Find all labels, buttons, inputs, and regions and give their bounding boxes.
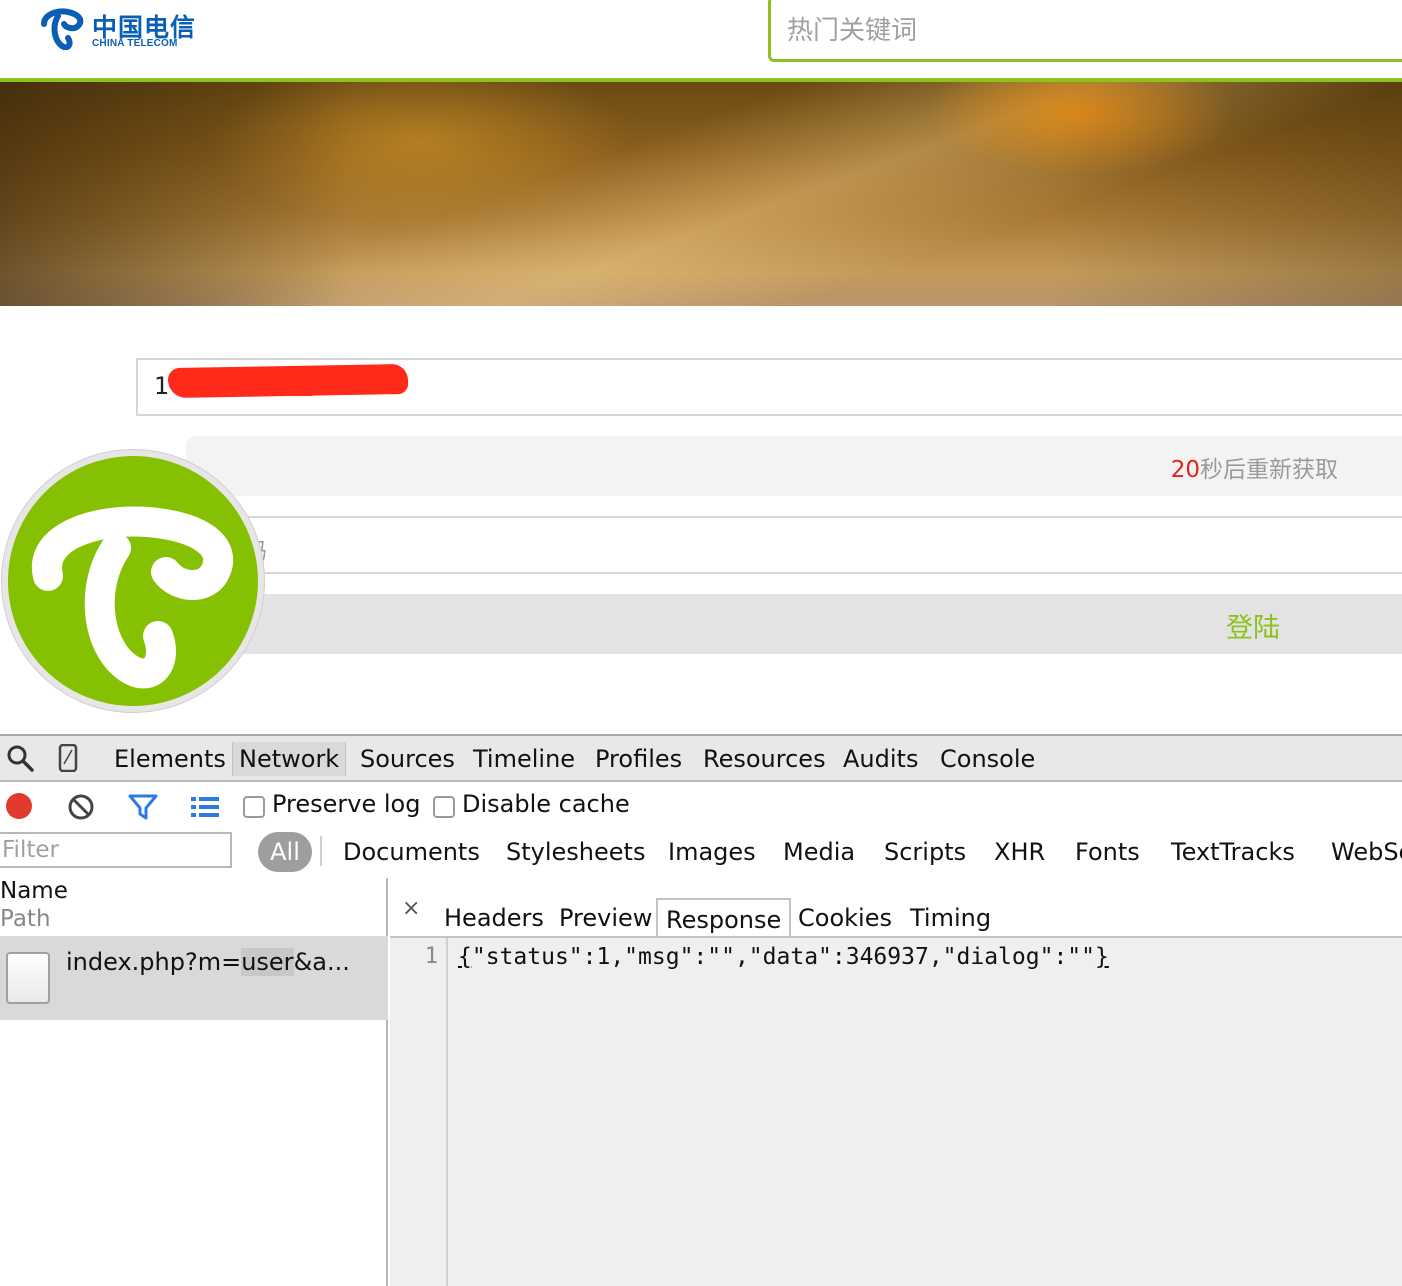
response-json-line: {"status":1,"msg":"","data":346937,"dial… [458, 944, 1109, 970]
search-box[interactable] [768, 0, 1402, 62]
type-filter-stylesheets[interactable]: Stylesheets [506, 834, 645, 870]
type-filter-scripts[interactable]: Scripts [884, 834, 966, 870]
response-viewer[interactable]: 1 {"status":1,"msg":"","data":346937,"di… [390, 938, 1402, 1286]
request-url: index.php?m=user&a... [66, 948, 350, 976]
type-filter-websockets[interactable]: WebSc [1331, 834, 1402, 870]
request-url-prefix: index.php?m= [66, 948, 242, 976]
preserve-log-label: Preserve log [272, 790, 421, 818]
clear-icon[interactable] [66, 792, 96, 822]
resource-filter-bar: All Documents Stylesheets Images Media S… [0, 828, 1402, 878]
tab-timeline[interactable]: Timeline [467, 742, 581, 776]
login-button[interactable]: 登陆 [230, 594, 1402, 654]
device-mode-icon[interactable] [54, 744, 82, 772]
preserve-log-checkbox[interactable] [243, 796, 265, 818]
response-json-body: "status":1,"msg":"","data":346937,"dialo… [471, 944, 1095, 970]
login-button-label: 登陆 [1226, 613, 1280, 644]
open-brace: { [458, 944, 472, 970]
tab-elements[interactable]: Elements [108, 742, 232, 776]
type-filter-texttracks[interactable]: TextTracks [1171, 834, 1295, 870]
type-filter-media[interactable]: Media [783, 834, 855, 870]
china-telecom-logo[interactable]: 中国电信 CHINA TELECOM [38, 6, 208, 52]
hero-banner [0, 82, 1402, 306]
countdown-seconds: 20 [1170, 457, 1200, 483]
countdown-label: 秒后重新获取 [1200, 457, 1338, 483]
search-icon[interactable] [6, 744, 34, 772]
close-brace: } [1094, 944, 1109, 970]
type-filter-all[interactable]: All [258, 832, 312, 872]
table-row[interactable]: index.php?m=user&a... [0, 936, 388, 1020]
line-number: 1 [424, 944, 438, 969]
phone-number-value: 1 [154, 372, 170, 400]
type-filter-fonts[interactable]: Fonts [1075, 834, 1140, 870]
disable-cache-checkbox[interactable] [433, 796, 455, 818]
close-icon[interactable]: × [402, 896, 420, 921]
request-url-suffix: &a... [293, 948, 350, 976]
logo-english-text: CHINA TELECOM [92, 38, 178, 49]
tab-resources[interactable]: Resources [697, 742, 832, 776]
search-input[interactable] [771, 0, 1402, 59]
column-header-name[interactable]: Name [0, 878, 68, 904]
type-filter-divider [320, 836, 322, 866]
tab-network[interactable]: Network [232, 742, 347, 776]
devtools-tab-bar: Elements Network Sources Timeline Profil… [0, 736, 1402, 782]
tab-console[interactable]: Console [934, 742, 1041, 776]
verification-code-row[interactable]: 20秒后重新获取 [186, 436, 1402, 496]
request-list-pane: Name Path index.php?m=user&a... [0, 878, 388, 1286]
tab-headers[interactable]: Headers [436, 898, 552, 938]
telecom-logo-large-icon [32, 506, 234, 689]
record-button[interactable] [6, 793, 32, 819]
tab-audits[interactable]: Audits [837, 742, 924, 776]
phone-number-field[interactable]: 1 [136, 358, 1402, 416]
type-filter-xhr[interactable]: XHR [994, 834, 1045, 870]
tab-response[interactable]: Response [656, 898, 792, 938]
telecom-avatar-badge [2, 450, 264, 712]
red-redaction-mark-lower [188, 382, 318, 396]
large-rows-list-icon[interactable] [190, 792, 220, 822]
line-number-gutter: 1 [390, 938, 448, 1286]
tab-cookies[interactable]: Cookies [790, 898, 900, 938]
disable-cache-label: Disable cache [462, 790, 630, 818]
request-detail-pane: × Headers Preview Response Cookies Timin… [390, 878, 1402, 1286]
type-filter-images[interactable]: Images [668, 834, 756, 870]
request-url-highlight: user [241, 948, 294, 976]
tab-preview[interactable]: Preview [551, 898, 660, 938]
document-file-icon [6, 952, 50, 1004]
filter-funnel-icon[interactable] [128, 792, 158, 822]
telecom-logo-icon [41, 8, 84, 50]
devtools-panel: Elements Network Sources Timeline Profil… [0, 734, 1402, 1286]
site-header: 中国电信 CHINA TELECOM [0, 0, 1402, 82]
tab-timing[interactable]: Timing [902, 898, 999, 938]
tab-profiles[interactable]: Profiles [589, 742, 688, 776]
password-field[interactable]: 码 [230, 516, 1402, 574]
filter-input[interactable] [0, 832, 232, 868]
resend-countdown[interactable]: 20秒后重新获取 [1171, 450, 1338, 484]
network-toolbar: Preserve log Disable cache [0, 782, 1402, 828]
type-filter-documents[interactable]: Documents [343, 834, 480, 870]
tab-sources[interactable]: Sources [354, 742, 461, 776]
column-header-path[interactable]: Path [0, 906, 51, 932]
